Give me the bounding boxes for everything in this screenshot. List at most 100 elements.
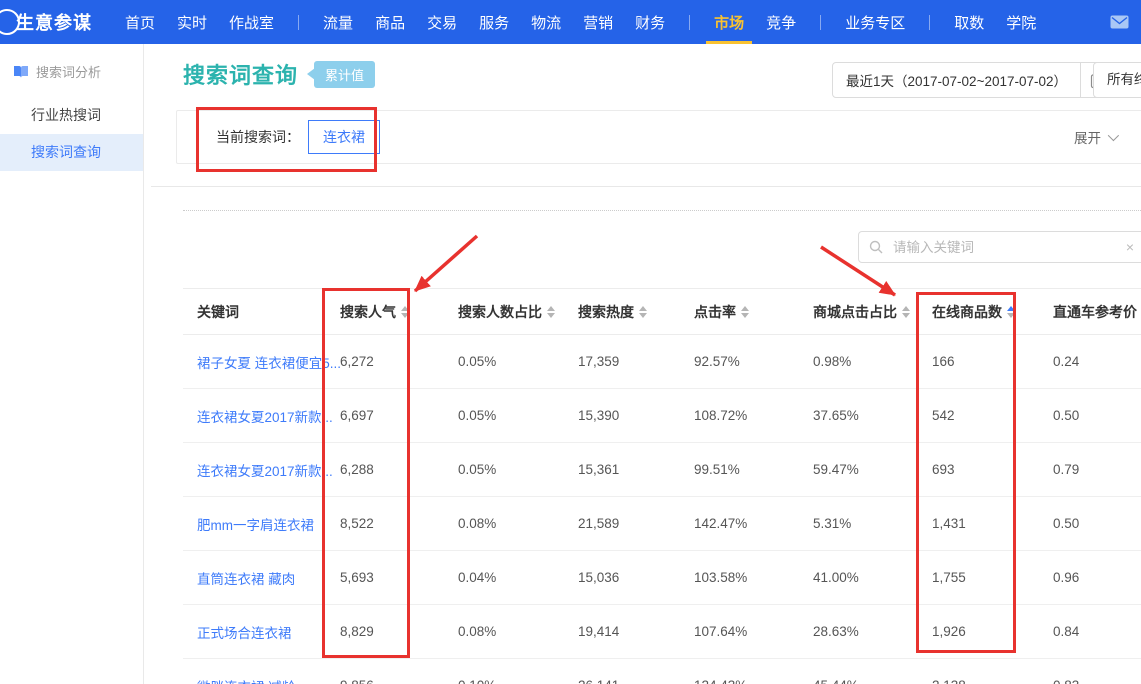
nav-separator [298,15,299,30]
table-body: 裙子女夏 连衣裙便宜5...6,2720.05%17,35992.57%0.98… [183,335,1141,684]
cell-value: 0.79 [1053,462,1141,477]
sidebar-item-industry-hot-words[interactable]: 行业热搜词 [0,97,143,134]
keyword-link[interactable]: 肥mm一字肩连衣裙 [183,514,340,534]
nav-item[interactable]: 服务 [479,12,509,33]
dotted-divider [183,210,1141,211]
search-results-table: 关键词 搜索人气搜索人数占比 搜索热度 点击率 商城点击占比 在线商品数 直通车参考价 裙子… [183,288,1141,684]
cell-value: 5.31% [813,516,932,531]
table-row: 正式场合连衣裙8,8290.08%19,414107.64%28.63%1,92… [183,605,1141,659]
date-range-picker[interactable]: 最近1天（2017-07-02~2017-07-02） 15 [832,62,1116,98]
sort-icon [1007,306,1015,318]
nav-item[interactable]: 学院 [1006,12,1036,33]
nav-item[interactable]: 物流 [531,12,561,33]
column-header[interactable]: 搜索人数占比 [458,302,578,322]
cell-value: 0.96 [1053,570,1141,585]
cell-value: 0.05% [458,408,578,423]
nav-item[interactable]: 营销 [583,12,613,33]
nav-item[interactable]: 流量 [323,12,353,33]
page-title: 搜索词查询 [183,58,298,90]
sidebar-section-header: 搜索词分析 [0,44,143,81]
cell-value: 5,693 [340,570,458,585]
nav-item[interactable]: 交易 [427,12,457,33]
cell-value: 6,697 [340,408,458,423]
app-logo[interactable]: 生意参谋 [16,9,92,35]
nav-menu: 首页 实时 作战室 流量 商品 交易 服务 物流 营销 财务 市场 竞争 业务专区 取数 学院 [114,12,1110,33]
cell-value: 1,755 [932,570,1053,585]
sort-icon [639,306,647,318]
cell-value: 103.58% [694,570,813,585]
keyword-link[interactable]: 裙子女夏 连衣裙便宜5... [183,352,340,372]
column-label: 搜索热度 [578,302,634,322]
title-row: 搜索词查询 累计值 [183,58,375,90]
cell-value: 107.64% [694,624,813,639]
cell-value: 0.98% [813,354,932,369]
sidebar-items: 行业热搜词 搜索词查询 [0,97,143,171]
cell-value: 0.83 [1053,678,1141,684]
sort-icon [902,306,910,318]
nav-separator [689,15,690,30]
column-header[interactable]: 在线商品数 [932,302,1053,322]
column-header[interactable]: 点击率 [694,302,813,322]
column-header[interactable]: 直通车参考价 [1053,302,1141,322]
expand-label: 展开 [1074,127,1101,147]
column-header[interactable]: 商城点击占比 [813,302,932,322]
column-label: 点击率 [694,302,736,322]
cell-value: 9,856 [340,678,458,684]
clear-icon[interactable]: × [1126,239,1134,255]
cell-value: 124.43% [694,678,813,684]
nav-item[interactable]: 商品 [375,12,405,33]
cell-value: 19,414 [578,624,694,639]
cell-value: 26,141 [578,678,694,684]
keyword-link[interactable]: 连衣裙女夏2017新款... [183,406,340,426]
cell-value: 0.08% [458,624,578,639]
sidebar-section-label: 搜索词分析 [36,62,101,81]
column-label: 在线商品数 [932,302,1002,322]
cell-value: 2,138 [932,678,1053,684]
column-header[interactable]: 搜索热度 [578,302,694,322]
nav-item[interactable]: 业务专区 [845,12,905,33]
nav-item[interactable]: 财务 [635,12,665,33]
nav-item[interactable]: 竞争 [766,12,796,33]
cell-value: 0.50 [1053,408,1141,423]
cell-value: 8,522 [340,516,458,531]
cell-value: 45.44% [813,678,932,684]
current-keyword-chip[interactable]: 连衣裙 [308,120,380,154]
cell-value: 15,390 [578,408,694,423]
nav-item[interactable]: 作战室 [229,12,274,33]
terminal-select[interactable]: 所有终端 [1093,62,1141,98]
cell-value: 92.57% [694,354,813,369]
expand-link[interactable]: 展开 [1074,111,1116,163]
table-row: 直筒连衣裙 藏肉5,6930.04%15,036103.58%41.00%1,7… [183,551,1141,605]
current-keyword-label: 当前搜索词： [216,127,300,147]
keyword-link[interactable]: 连衣裙女夏2017新款... [183,460,340,480]
cell-value: 542 [932,408,1053,423]
sidebar-item-search-word-query[interactable]: 搜索词查询 [0,134,143,171]
keyword-link[interactable]: 微胖连衣裙 减龄 [183,676,340,684]
table-row: 连衣裙女夏2017新款...6,2880.05%15,36199.51%59.4… [183,443,1141,497]
table-row: 裙子女夏 连衣裙便宜5...6,2720.05%17,35992.57%0.98… [183,335,1141,389]
chevron-down-icon [1108,130,1119,141]
keyword-link[interactable]: 直筒连衣裙 藏肉 [183,568,340,588]
cell-value: 1,431 [932,516,1053,531]
cell-value: 8,829 [340,624,458,639]
mail-icon[interactable] [1110,15,1129,29]
column-header[interactable]: 搜索人气 [340,302,458,322]
app-logo-text: 生意参谋 [16,13,92,33]
nav-item[interactable]: 取数 [954,12,984,33]
search-icon [869,240,883,254]
keyword-link[interactable]: 正式场合连衣裙 [183,622,340,642]
cell-value: 21,589 [578,516,694,531]
search-input[interactable] [891,239,1126,256]
table-row: 连衣裙女夏2017新款...6,6970.05%15,390108.72%37.… [183,389,1141,443]
column-label: 搜索人数占比 [458,302,542,322]
nav-item[interactable]: 首页 [125,12,155,33]
column-label: 关键词 [197,302,239,322]
nav-item[interactable]: 市场 [714,12,744,33]
cell-value: 1,926 [932,624,1053,639]
sort-icon [741,306,749,318]
cell-value: 59.47% [813,462,932,477]
column-label: 商城点击占比 [813,302,897,322]
nav-item[interactable]: 实时 [177,12,207,33]
cell-value: 37.65% [813,408,932,423]
cell-value: 15,036 [578,570,694,585]
